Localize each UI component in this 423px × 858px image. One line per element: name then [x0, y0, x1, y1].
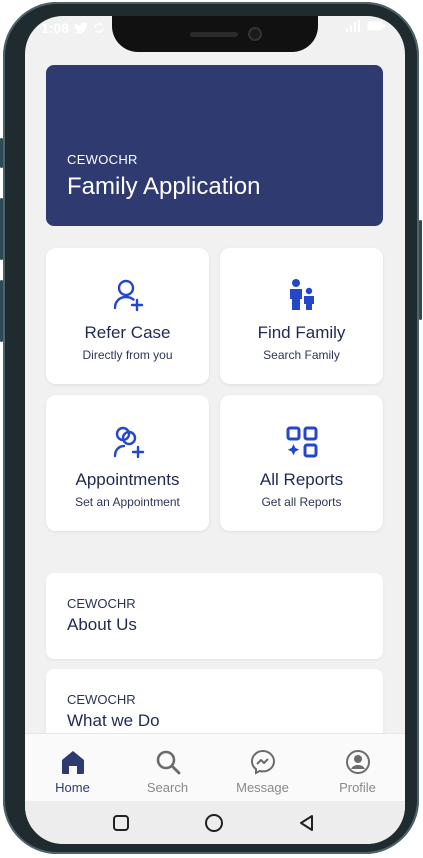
card-org: CEWOCHR: [67, 692, 136, 707]
status-bar-right: [345, 20, 385, 32]
volume-down-button: [0, 280, 3, 342]
dashboard-grid-icon: [286, 426, 317, 458]
tile-subtitle: Directly from you: [82, 348, 173, 362]
camera-notch: [112, 16, 318, 52]
nav-search[interactable]: Search: [120, 734, 215, 802]
tile-title: Find Family: [257, 323, 346, 342]
side-button: [0, 138, 3, 168]
app-screen: 1:08 CEWOCHR Family Application Refer Ca…: [25, 16, 405, 844]
battery-icon: [367, 21, 385, 31]
tile-subtitle: Get all Reports: [261, 495, 342, 509]
circle-icon: [205, 814, 223, 832]
home-icon: [61, 751, 84, 774]
earpiece-speaker: [190, 32, 238, 37]
profile-icon: [345, 750, 370, 774]
refer-case-tile[interactable]: Refer Case Directly from you: [46, 248, 209, 384]
app-header-card: CEWOCHR Family Application: [46, 65, 383, 226]
tile-title: Appointments: [75, 470, 180, 489]
signal-icon: [346, 20, 360, 32]
home-system-button[interactable]: [204, 813, 224, 833]
find-family-tile[interactable]: Find Family Search Family: [220, 248, 383, 384]
power-button: [419, 220, 422, 320]
nav-profile[interactable]: Profile: [310, 734, 405, 802]
appointments-tile[interactable]: Appointments Set an Appointment: [46, 395, 209, 531]
status-time: 1:08: [41, 20, 70, 36]
add-group-icon: [113, 426, 144, 459]
family-icon: [289, 279, 314, 310]
tile-title: Refer Case: [84, 323, 171, 342]
sync-icon: [94, 23, 104, 33]
card-org: CEWOCHR: [67, 596, 136, 611]
status-bar-left: 1:08: [41, 20, 105, 36]
recents-button[interactable]: [111, 813, 131, 833]
header-org: CEWOCHR: [67, 152, 138, 167]
back-triangle-icon: [300, 815, 313, 831]
phone-frame: 1:08 CEWOCHR Family Application Refer Ca…: [0, 2, 422, 854]
card-label: About Us: [67, 615, 137, 634]
page-title: Family Application: [67, 173, 261, 200]
volume-up-button: [0, 198, 3, 260]
nav-label: Home: [55, 780, 90, 795]
square-icon: [113, 815, 129, 831]
nav-label: Profile: [339, 780, 376, 795]
system-navigation-bar: [25, 801, 405, 844]
twitter-icon: [74, 22, 89, 34]
back-button[interactable]: [297, 813, 317, 833]
nav-label: Message: [236, 780, 289, 795]
search-icon: [156, 750, 180, 775]
nav-message[interactable]: Message: [215, 734, 310, 802]
messenger-icon: [250, 749, 275, 775]
card-label: What we Do: [67, 711, 160, 730]
all-reports-tile[interactable]: All Reports Get all Reports: [220, 395, 383, 531]
nav-label: Search: [146, 780, 189, 795]
tile-subtitle: Search Family: [263, 348, 340, 362]
add-user-icon: [113, 279, 143, 312]
front-camera: [248, 27, 262, 41]
tile-title: All Reports: [259, 470, 344, 489]
bottom-navigation: Home Search Message Profile: [25, 733, 405, 801]
about-us-card[interactable]: CEWOCHR About Us: [46, 573, 383, 659]
tile-subtitle: Set an Appointment: [75, 495, 180, 509]
nav-home[interactable]: Home: [25, 734, 120, 802]
